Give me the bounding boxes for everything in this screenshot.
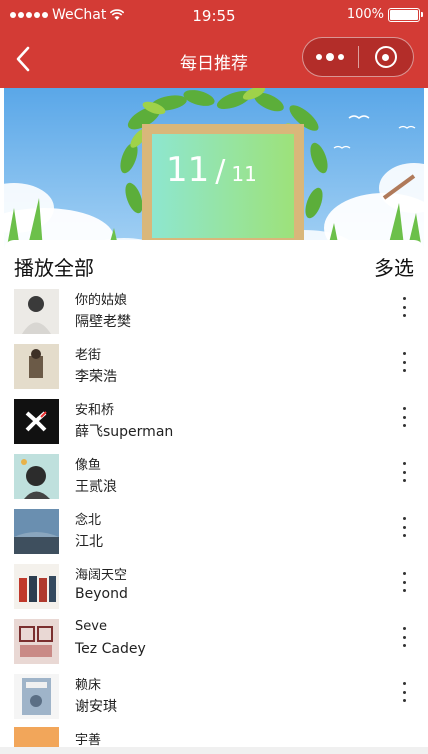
bottom-edge [0,747,428,754]
song-artist: Beyond [75,586,128,602]
navigation-bar: 每日推荐 [0,30,428,88]
album-cover [14,619,59,664]
song-artist: 谢安琪 [75,699,117,715]
banner-month: 11 [231,162,257,186]
more-options-icon[interactable] [398,405,410,429]
song-row[interactable]: 老街 李荣浩 [4,341,424,396]
song-title: 老街 [75,348,102,363]
song-row[interactable]: 像鱼 王贰浪 [4,451,424,506]
list-header: 播放全部 多选 [4,240,424,286]
song-title: 安和桥 [75,403,115,418]
banner-date: 11/11 [166,150,257,190]
banner-separator: / [215,154,226,189]
status-bar: WeChat 19:55 100% [0,0,428,30]
album-cover [14,564,59,609]
song-title: Seve [75,619,107,634]
song-artist: 隔壁老樊 [75,314,131,330]
mini-program-capsule [302,37,414,77]
battery-group: 100% [346,7,423,22]
daily-banner: 11/11 [4,88,424,263]
song-row[interactable]: 你的姑娘 隔壁老樊 [4,286,424,341]
album-cover [14,344,59,389]
song-row[interactable]: 安和桥 薛飞superman [4,396,424,451]
more-options-icon[interactable] [398,460,410,484]
battery-percent: 100% [346,7,384,22]
more-options-icon[interactable] [398,570,410,594]
song-artist: 薛飞superman [75,424,174,440]
album-cover [14,399,59,444]
more-options-icon[interactable] [398,680,410,704]
song-title: 赖床 [75,678,102,693]
song-artist: Tez Cadey [75,641,146,657]
song-title: 念北 [75,513,102,528]
album-cover [14,289,59,334]
song-row[interactable]: 海阔天空 Beyond [4,561,424,616]
more-options-icon[interactable] [398,625,410,649]
song-title: 像鱼 [75,458,102,473]
close-target-icon[interactable] [359,46,414,68]
song-title: 海阔天空 [75,568,128,583]
multi-select-button[interactable]: 多选 [374,252,414,281]
song-title: 你的姑娘 [75,293,128,308]
song-artist: 江北 [75,534,103,550]
song-list-panel: 播放全部 多选 你的姑娘 隔壁老樊 老街 李荣浩 安和桥 薛飞superman … [4,240,424,754]
more-options-icon[interactable] [398,350,410,374]
song-row[interactable]: 念北 江北 [4,506,424,561]
play-all-button[interactable]: 播放全部 [14,252,94,281]
song-row[interactable]: 赖床 谢安琪 [4,671,424,726]
song-artist: 李荣浩 [75,369,117,385]
more-dots-icon[interactable] [303,53,358,61]
song-artist: 王贰浪 [75,479,117,495]
song-title-partial: 宇善 [75,733,102,748]
more-options-icon[interactable] [398,295,410,319]
battery-icon [388,7,423,22]
song-row[interactable]: Seve Tez Cadey [4,616,424,671]
album-cover [14,454,59,499]
more-options-icon[interactable] [398,515,410,539]
album-cover [14,674,59,719]
banner-day: 11 [166,150,210,190]
album-cover [14,509,59,554]
